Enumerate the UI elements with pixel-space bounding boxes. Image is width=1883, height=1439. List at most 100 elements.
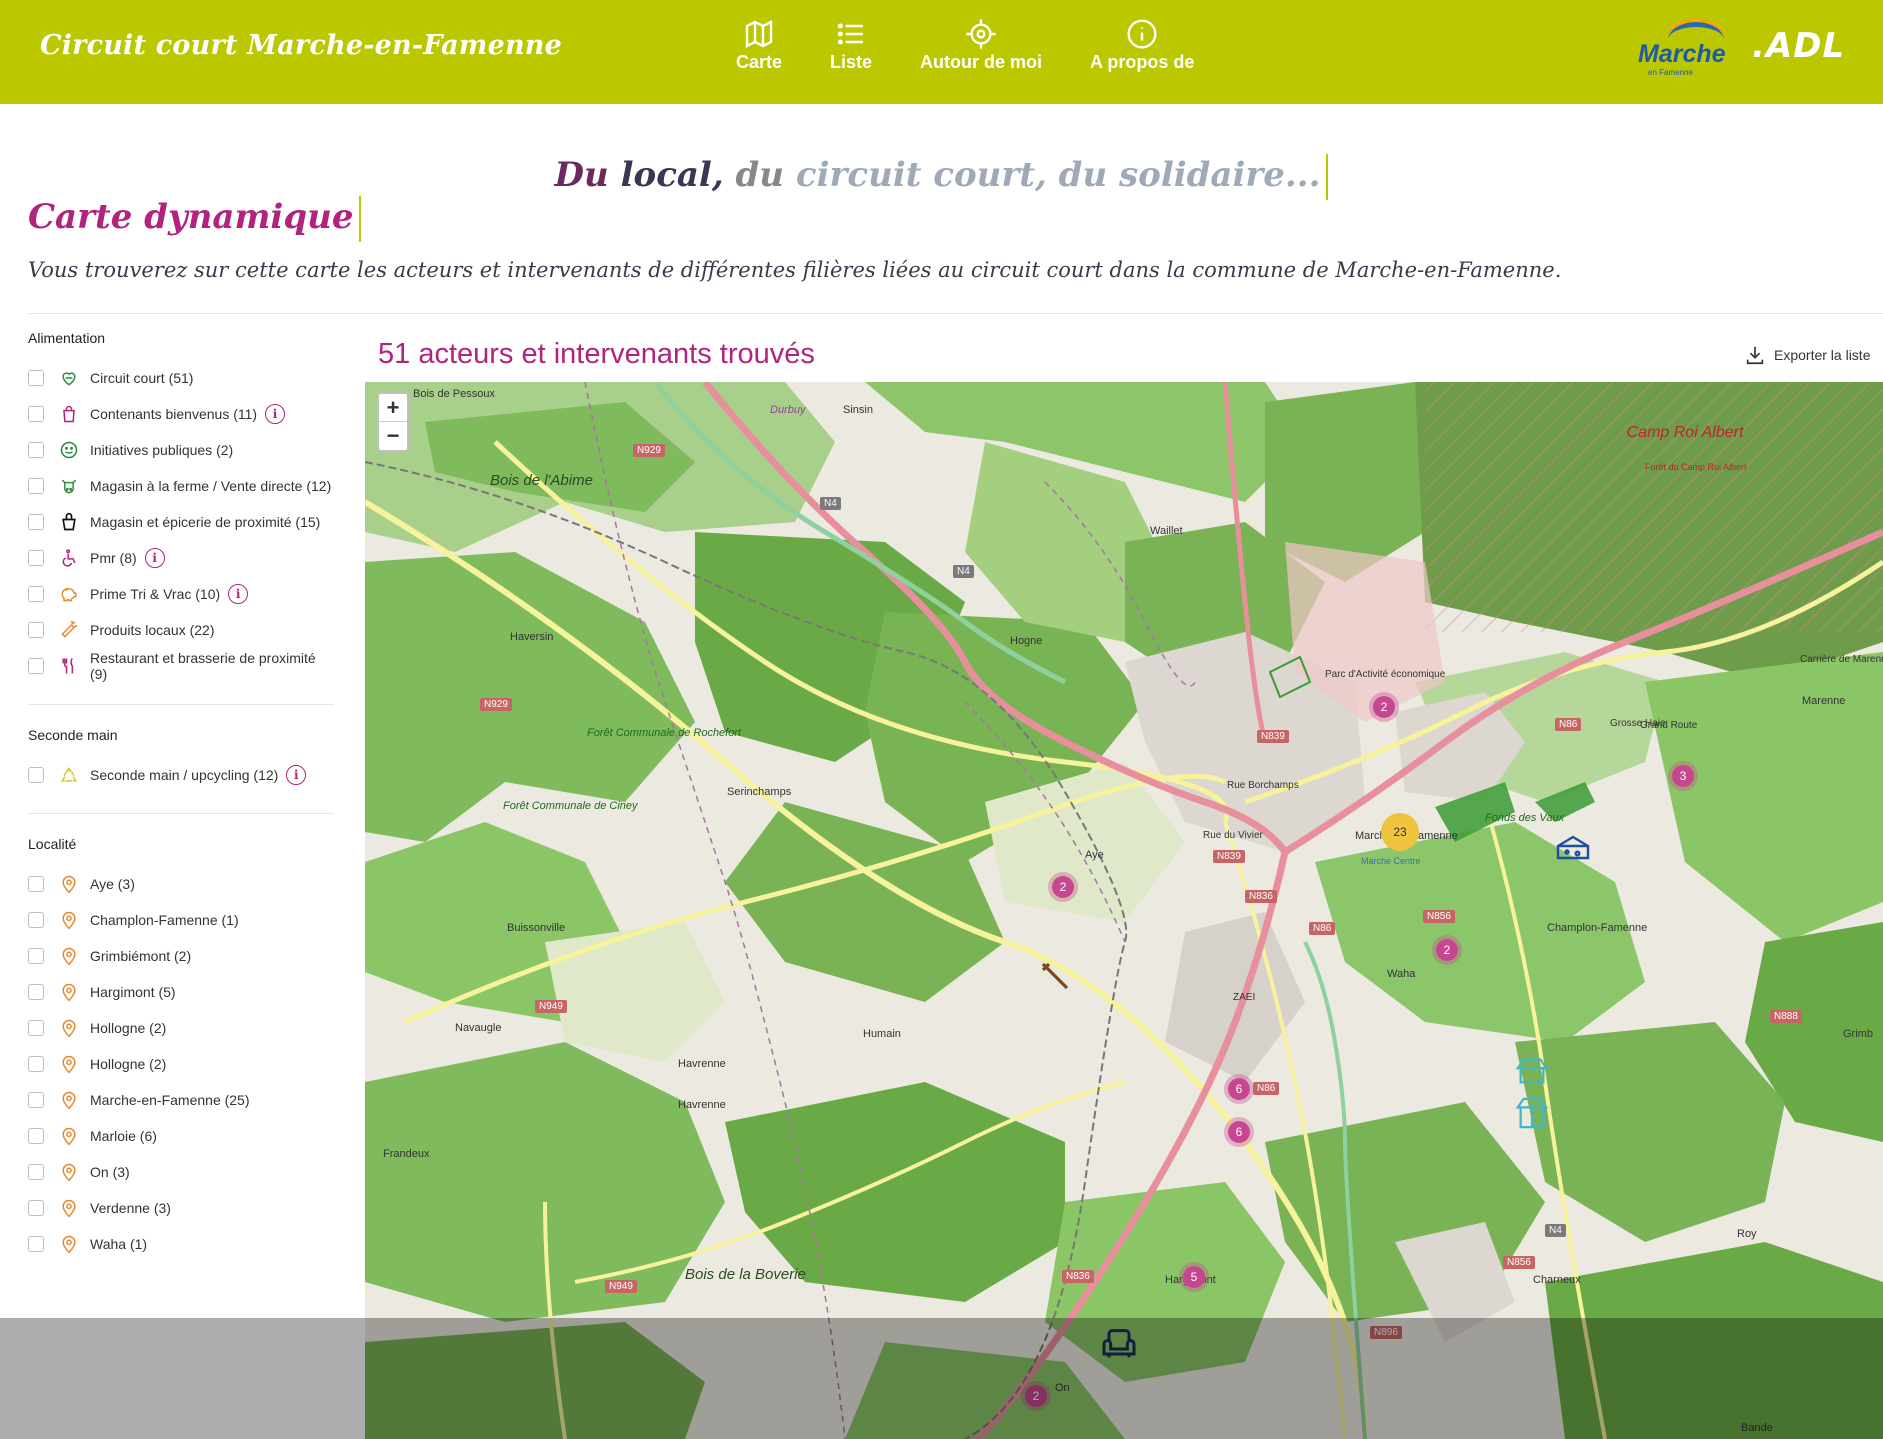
zoom-out-button[interactable]: − — [379, 422, 407, 450]
checkbox[interactable] — [28, 1200, 44, 1216]
filter-label: Verdenne (3) — [90, 1200, 171, 1216]
info-icon[interactable]: i — [286, 765, 307, 785]
map-cluster[interactable]: 6 — [1224, 1117, 1254, 1147]
info-icon[interactable]: i — [228, 584, 249, 604]
road-shield: N86 — [1309, 922, 1336, 935]
bag-icon — [58, 403, 80, 425]
checkbox[interactable] — [28, 370, 44, 386]
filter-circuit-court[interactable]: Circuit court (51) — [28, 360, 334, 396]
filter-label: Marche-en-Famenne (25) — [90, 1092, 250, 1108]
checkbox[interactable] — [28, 586, 44, 602]
map-cluster[interactable]: 23 — [1381, 813, 1419, 851]
map-label: Parc d'Activité économique — [1325, 669, 1446, 680]
map-pin-icon — [58, 873, 80, 895]
export-button[interactable]: Exporter la liste — [1744, 344, 1870, 366]
filter-label: Champlon-Famenne (1) — [90, 912, 239, 928]
map-label: Forêt du Camp Roi Albert — [1645, 462, 1747, 472]
download-icon — [1746, 346, 1764, 365]
tagline-part: local — [620, 155, 712, 195]
site-title[interactable]: Circuit court Marche-en-Famenne — [40, 30, 562, 61]
filter-contenants[interactable]: Contenants bienvenus (11) i — [28, 396, 334, 432]
divider — [28, 704, 334, 705]
checkbox[interactable] — [28, 658, 44, 674]
market-marker-icon[interactable] — [1515, 1056, 1549, 1091]
checkbox[interactable] — [28, 1128, 44, 1144]
map-pin-icon — [58, 1161, 80, 1183]
checkbox[interactable] — [28, 442, 44, 458]
nav-carte[interactable]: Carte — [712, 18, 806, 73]
map-label: Havrenne — [678, 1099, 726, 1111]
checkbox[interactable] — [28, 478, 44, 494]
market-marker-icon[interactable] — [1515, 1096, 1549, 1135]
tagline-cursor — [1326, 154, 1329, 200]
nav-autour[interactable]: Autour de moi — [896, 18, 1066, 73]
cheese-marker-icon[interactable] — [1555, 834, 1591, 869]
divider — [28, 813, 334, 814]
smile-icon — [58, 439, 80, 461]
map-cluster[interactable]: 5 — [1179, 1262, 1209, 1292]
filter-label: Waha (1) — [90, 1236, 148, 1252]
nav-apropos[interactable]: A propos de — [1066, 18, 1218, 73]
checkbox[interactable] — [28, 876, 44, 892]
checkbox[interactable] — [28, 1092, 44, 1108]
map-pin-icon — [58, 1197, 80, 1219]
checkbox[interactable] — [28, 912, 44, 928]
checkbox[interactable] — [28, 767, 44, 783]
checkbox[interactable] — [28, 550, 44, 566]
filter-magasin-ferme[interactable]: Magasin à la ferme / Vente directe (12) — [28, 468, 334, 504]
checkbox[interactable] — [28, 1236, 44, 1252]
filter-localite[interactable]: Hargimont (5) — [28, 974, 334, 1010]
info-icon[interactable]: i — [265, 404, 286, 424]
filter-initiatives[interactable]: Initiatives publiques (2) — [28, 432, 334, 468]
map-cluster[interactable]: 3 — [1668, 761, 1698, 791]
road-shield: N86 — [1555, 718, 1582, 731]
filter-seconde-main[interactable]: Seconde main / upcycling (12) i — [28, 757, 334, 793]
filter-sidebar: Alimentation Circuit court (51) Contenan… — [28, 330, 334, 1262]
map-cluster[interactable]: 2 — [1432, 935, 1462, 965]
cutlery-marker-icon[interactable] — [1037, 958, 1073, 999]
map-label: Buissonville — [507, 922, 566, 934]
filter-label: Contenants bienvenus (11) — [90, 406, 258, 422]
map-pin-icon — [58, 1233, 80, 1255]
filter-prime-tri[interactable]: Prime Tri & Vrac (10) i — [28, 576, 334, 612]
checkbox[interactable] — [28, 622, 44, 638]
checkbox[interactable] — [28, 1164, 44, 1180]
checkbox[interactable] — [28, 406, 44, 422]
map-label: Waha — [1387, 968, 1416, 980]
filter-localite[interactable]: Verdenne (3) — [28, 1190, 334, 1226]
map-cluster[interactable]: 6 — [1224, 1074, 1254, 1104]
map-pin-icon — [58, 909, 80, 931]
filter-localite[interactable]: Marche-en-Famenne (25) — [28, 1082, 334, 1118]
filter-localite[interactable]: Hollogne (2) — [28, 1046, 334, 1082]
filter-label: Prime Tri & Vrac (10) — [90, 586, 221, 602]
filter-produits-locaux[interactable]: Produits locaux (22) — [28, 612, 334, 648]
map-view[interactable]: + − Bois de Pessoux Sinsin Durbuy Bois d… — [365, 382, 1883, 1439]
filter-label: Seconde main / upcycling (12) — [90, 767, 279, 783]
map-cluster[interactable]: 2 — [1369, 692, 1399, 722]
filter-pmr[interactable]: Pmr (8) i — [28, 540, 334, 576]
nav-liste[interactable]: Liste — [806, 18, 896, 73]
map-label: Champlon-Famenne — [1547, 922, 1648, 934]
filter-restaurant[interactable]: Restaurant et brasserie de proximité (9) — [28, 648, 334, 684]
checkbox[interactable] — [28, 514, 44, 530]
adl-logo[interactable]: .ADL — [1752, 26, 1845, 66]
map-cluster[interactable]: 2 — [1048, 872, 1078, 902]
filter-localite[interactable]: Champlon-Famenne (1) — [28, 902, 334, 938]
marche-logo-sub: en Famenne — [1648, 68, 1693, 77]
filter-localite[interactable]: Aye (3) — [28, 866, 334, 902]
map-label: Navaugle — [455, 1022, 502, 1034]
checkbox[interactable] — [28, 984, 44, 1000]
filter-localite[interactable]: Waha (1) — [28, 1226, 334, 1262]
info-icon[interactable]: i — [144, 548, 165, 568]
checkbox[interactable] — [28, 948, 44, 964]
filter-localite[interactable]: Grimbiémont (2) — [28, 938, 334, 974]
filter-localite[interactable]: Marloie (6) — [28, 1118, 334, 1154]
checkbox[interactable] — [28, 1020, 44, 1036]
checkbox[interactable] — [28, 1056, 44, 1072]
filter-localite[interactable]: Hollogne (2) — [28, 1010, 334, 1046]
zoom-in-button[interactable]: + — [379, 394, 407, 422]
filter-localite[interactable]: On (3) — [28, 1154, 334, 1190]
marche-logo[interactable]: Marche en Famenne — [1638, 16, 1733, 77]
filter-group-title: Seconde main — [28, 727, 118, 743]
filter-epicerie[interactable]: Magasin et épicerie de proximité (15) — [28, 504, 334, 540]
